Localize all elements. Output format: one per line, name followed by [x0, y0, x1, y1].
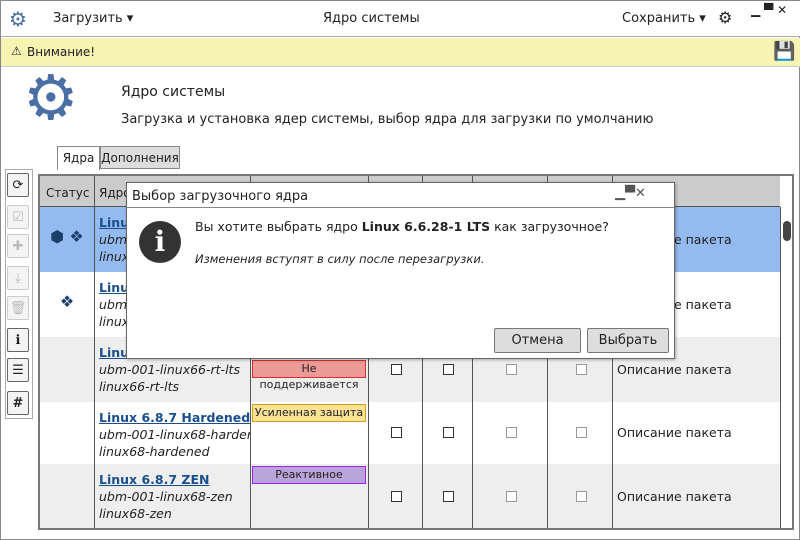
- status-icons: [40, 402, 95, 464]
- dialog-question: Вы хотите выбрать ядро Linux 6.6.28-1 LT…: [195, 219, 609, 234]
- package-description: Описание пакета: [617, 488, 732, 504]
- select-kernel-dialog: Выбор загрузочного ядра ▁▀✕ i Вы хотите …: [126, 182, 675, 359]
- save-menu[interactable]: Сохранить ▾: [622, 11, 706, 26]
- scrollbar[interactable]: [780, 207, 792, 528]
- window-title: Ядро системы: [323, 11, 420, 26]
- checkbox[interactable]: [443, 427, 454, 438]
- cancel-button[interactable]: Отмена: [494, 328, 581, 353]
- delete-button[interactable]: 🗑: [7, 296, 29, 320]
- checkbox-disabled: [506, 427, 517, 438]
- checkbox-disabled: [506, 490, 517, 502]
- kernel-package: ubm-001-linux68-zen: [99, 489, 233, 504]
- install-button[interactable]: ⤓: [7, 266, 29, 290]
- load-menu-label: Загрузить: [53, 11, 123, 26]
- info-icon: i: [139, 221, 181, 263]
- select-button[interactable]: Выбрать: [587, 328, 669, 353]
- hash-button[interactable]: #: [7, 391, 29, 415]
- window-controls[interactable]: ▁ ▀ ✕: [751, 3, 787, 17]
- info-button[interactable]: ℹ: [7, 328, 29, 352]
- tab-addons[interactable]: Дополнения: [100, 146, 180, 169]
- warning-bar: ⚠ Внимание! 💾: [1, 38, 800, 67]
- checkbox-disabled: [576, 490, 587, 502]
- status-icons: [40, 464, 95, 528]
- kernel-package: ubm-001-linux66-rt-lts: [99, 362, 240, 377]
- checkbox-disabled: [576, 363, 587, 375]
- checkbox[interactable]: [443, 363, 454, 375]
- dialog-title: Выбор загрузочного ядра: [132, 189, 309, 204]
- kernel-package: ubm-001-linux68-hardened: [99, 427, 250, 442]
- package-description: Описание пакета: [617, 425, 732, 440]
- checkbox-disabled: [576, 427, 587, 438]
- status-icons: ⬢ ❖: [40, 207, 95, 272]
- header-gears-icon: ⚙: [23, 61, 79, 134]
- kernel-name-link[interactable]: Linux 6.8.7 Hardened: [99, 410, 250, 425]
- col-status[interactable]: Статус: [40, 176, 95, 206]
- gears-icon: ⚙: [9, 7, 27, 31]
- save-menu-label: Сохранить: [622, 11, 696, 26]
- medkit-button[interactable]: ✚: [7, 234, 29, 258]
- log-button[interactable]: ☰: [7, 358, 29, 382]
- tab-kernels[interactable]: Ядра: [57, 146, 100, 170]
- kernel-name-link[interactable]: Linux 6.8.7 ZEN: [99, 472, 209, 487]
- status-icons: ❖: [40, 272, 95, 337]
- refresh-button[interactable]: ⟳: [7, 173, 29, 197]
- kernel-id: linux68-zen: [99, 506, 172, 521]
- checkbox[interactable]: [443, 490, 454, 502]
- dialog-note: Изменения вступят в силу после перезагру…: [195, 252, 485, 266]
- warning-text: Внимание!: [27, 45, 96, 59]
- title-bar: ⚙ Загрузить ▾ Ядро системы Сохранить ▾ ⚙…: [1, 1, 800, 37]
- dialog-window-controls[interactable]: ▁▀✕: [615, 186, 646, 201]
- app-window: ⚙ Загрузить ▾ Ядро системы Сохранить ▾ ⚙…: [0, 0, 800, 540]
- kernel-id: linux68-hardened: [99, 444, 210, 459]
- scrollbar-thumb[interactable]: [783, 221, 791, 241]
- kernel-id: linux66-rt-lts: [99, 379, 180, 394]
- tag-badge: Реактивное: [252, 466, 366, 484]
- checkbox[interactable]: [391, 427, 402, 438]
- table-row[interactable]: Linux 6.8.7 ZEN ubm-001-linux68-zen linu…: [40, 464, 780, 528]
- page-subtitle: Загрузка и установка ядер системы, выбор…: [121, 112, 654, 127]
- checkbox-disabled: [506, 363, 517, 375]
- checkbox[interactable]: [391, 490, 402, 502]
- checkbox[interactable]: [391, 363, 402, 375]
- status-icons: [40, 337, 95, 402]
- save-disk-icon[interactable]: 💾: [773, 41, 795, 62]
- check-button[interactable]: ☑: [7, 205, 29, 229]
- tag-badge: Не поддерживается: [252, 360, 366, 391]
- settings-gear-icon[interactable]: ⚙: [718, 8, 732, 27]
- load-menu[interactable]: Загрузить ▾: [53, 11, 133, 26]
- page-title: Ядро системы: [121, 84, 226, 100]
- tag-badge: Усиленная защита: [252, 404, 366, 422]
- warning-icon: ⚠: [11, 44, 22, 58]
- table-row[interactable]: Linux 6.8.7 Hardened ubm-001-linux68-har…: [40, 402, 780, 464]
